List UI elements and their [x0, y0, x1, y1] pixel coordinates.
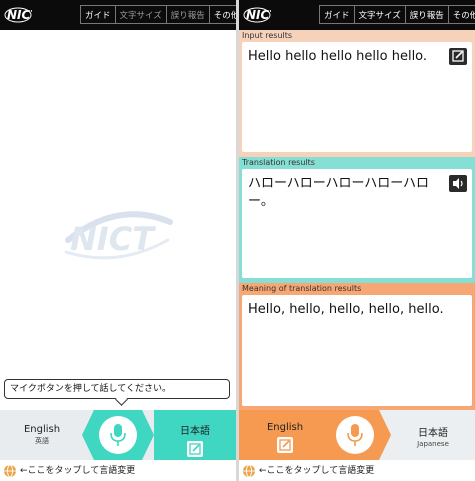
input-results-panel: Input results Hello hello hello hello he…: [239, 30, 475, 157]
source-language-button[interactable]: English 英語: [2, 410, 82, 460]
meaning-results-text: Hello, hello, hello, hello, hello.: [248, 302, 444, 317]
nict-logo: NICT: [4, 7, 32, 23]
target-language-button[interactable]: 日本語 Japanese: [393, 410, 473, 460]
nict-watermark-logo: NICT: [64, 211, 173, 260]
font-size-button[interactable]: 文字サイズ: [116, 6, 167, 23]
other-button[interactable]: その他: [210, 6, 236, 23]
globe-icon: [243, 464, 255, 478]
source-language-sub: 英語: [35, 437, 49, 445]
language-bar: English 日本語 Japanese: [239, 410, 475, 460]
speaker-icon[interactable]: [449, 175, 467, 192]
edit-icon[interactable]: [449, 48, 467, 65]
edit-icon[interactable]: [187, 441, 203, 457]
mic-button[interactable]: [99, 416, 137, 454]
input-results-text: Hello hello hello hello hello.: [248, 49, 428, 64]
change-language-hint[interactable]: ←ここをタップして言語変更: [0, 461, 236, 481]
other-button[interactable]: その他: [449, 6, 475, 23]
translation-results-box: ハローハローハローハローハロー。: [242, 169, 472, 278]
target-language-name: 日本語: [418, 428, 448, 439]
guide-button[interactable]: ガイド: [81, 6, 116, 23]
other-button-label: その他: [213, 10, 236, 21]
mic-area: [319, 410, 391, 460]
translation-results-label: Translation results: [242, 158, 315, 167]
meaning-results-box: Hello, hello, hello, hello, hello.: [242, 295, 472, 406]
hint-text: ←ここをタップして言語変更: [259, 466, 375, 476]
translation-results-text: ハローハローハローハローハロー。: [248, 176, 429, 209]
source-language-name: English: [23, 424, 61, 435]
edit-icon[interactable]: [277, 437, 293, 453]
nict-logo: NICT: [243, 7, 271, 23]
error-report-button[interactable]: 誤り報告: [167, 6, 210, 23]
target-language-button[interactable]: 日本語: [154, 410, 236, 460]
mic-button[interactable]: [336, 416, 374, 454]
top-menu: ガイド 文字サイズ 誤り報告 その他: [80, 5, 236, 24]
hint-text: ←ここをタップして言語変更: [20, 466, 136, 476]
top-menu: ガイド 文字サイズ 誤り報告 その他: [319, 5, 475, 24]
microphone-icon: [110, 424, 126, 446]
source-language-name: English: [266, 422, 304, 433]
right-screen: NICT ガイド 文字サイズ 誤り報告 その他 Input results He…: [239, 0, 475, 481]
svg-text:NICT: NICT: [246, 8, 271, 22]
svg-text:NICT: NICT: [7, 8, 32, 22]
top-bar: NICT ガイド 文字サイズ 誤り報告 その他: [239, 0, 475, 30]
mic-area: [82, 410, 154, 460]
target-language-name: 日本語: [180, 426, 210, 437]
left-screen: NICT ガイド 文字サイズ 誤り報告 その他 NICT マイクボタンを押して話…: [0, 0, 236, 481]
input-results-label: Input results: [242, 31, 293, 40]
meaning-results-panel: Meaning of translation results Hello, he…: [239, 283, 475, 410]
guide-button[interactable]: ガイド: [320, 6, 355, 23]
error-report-button[interactable]: 誤り報告: [406, 6, 449, 23]
globe-icon: [4, 464, 16, 478]
input-results-box: Hello hello hello hello hello.: [242, 42, 472, 152]
source-language-button[interactable]: English: [239, 410, 331, 460]
svg-text:NICT: NICT: [70, 220, 156, 258]
target-language-sub: Japanese: [417, 440, 449, 448]
top-bar: NICT ガイド 文字サイズ 誤り報告 その他: [0, 0, 236, 30]
language-bar: English 英語 日本語: [0, 410, 236, 460]
meaning-results-label: Meaning of translation results: [242, 284, 362, 293]
translation-results-panel: Translation results ハローハローハローハローハロー。: [239, 157, 475, 283]
instruction-bubble: マイクボタンを押して話してください。: [4, 379, 230, 399]
microphone-icon: [347, 424, 363, 446]
font-size-button[interactable]: 文字サイズ: [355, 6, 406, 23]
change-language-hint[interactable]: ←ここをタップして言語変更: [239, 461, 475, 481]
